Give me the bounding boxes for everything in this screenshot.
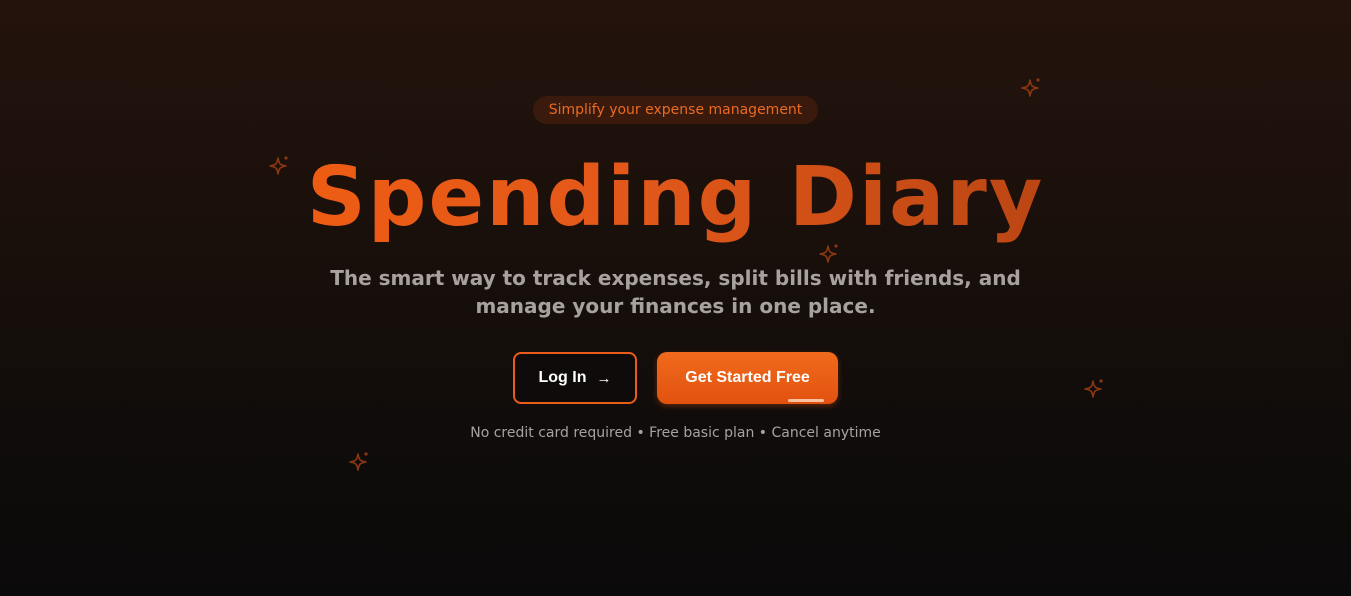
get-started-label: Get Started Free: [685, 369, 810, 386]
tagline-badge: Simplify your expense management: [532, 96, 819, 124]
hero-section: Simplify your expense management Spendin…: [0, 0, 1351, 442]
sparkle-icon: [346, 448, 372, 474]
signup-note: No credit card required • Free basic pla…: [470, 425, 881, 441]
hero-subtitle: The smart way to track expenses, split b…: [330, 266, 1021, 318]
arrow-right-icon: →: [596, 369, 612, 387]
cta-group: Log In → Get Started Free: [513, 352, 838, 404]
page-title: Spending Diary: [306, 150, 1045, 245]
login-button[interactable]: Log In →: [513, 352, 637, 404]
login-button-label: Log In: [538, 369, 587, 386]
button-highlight: [788, 399, 824, 402]
get-started-button[interactable]: Get Started Free: [657, 352, 838, 404]
